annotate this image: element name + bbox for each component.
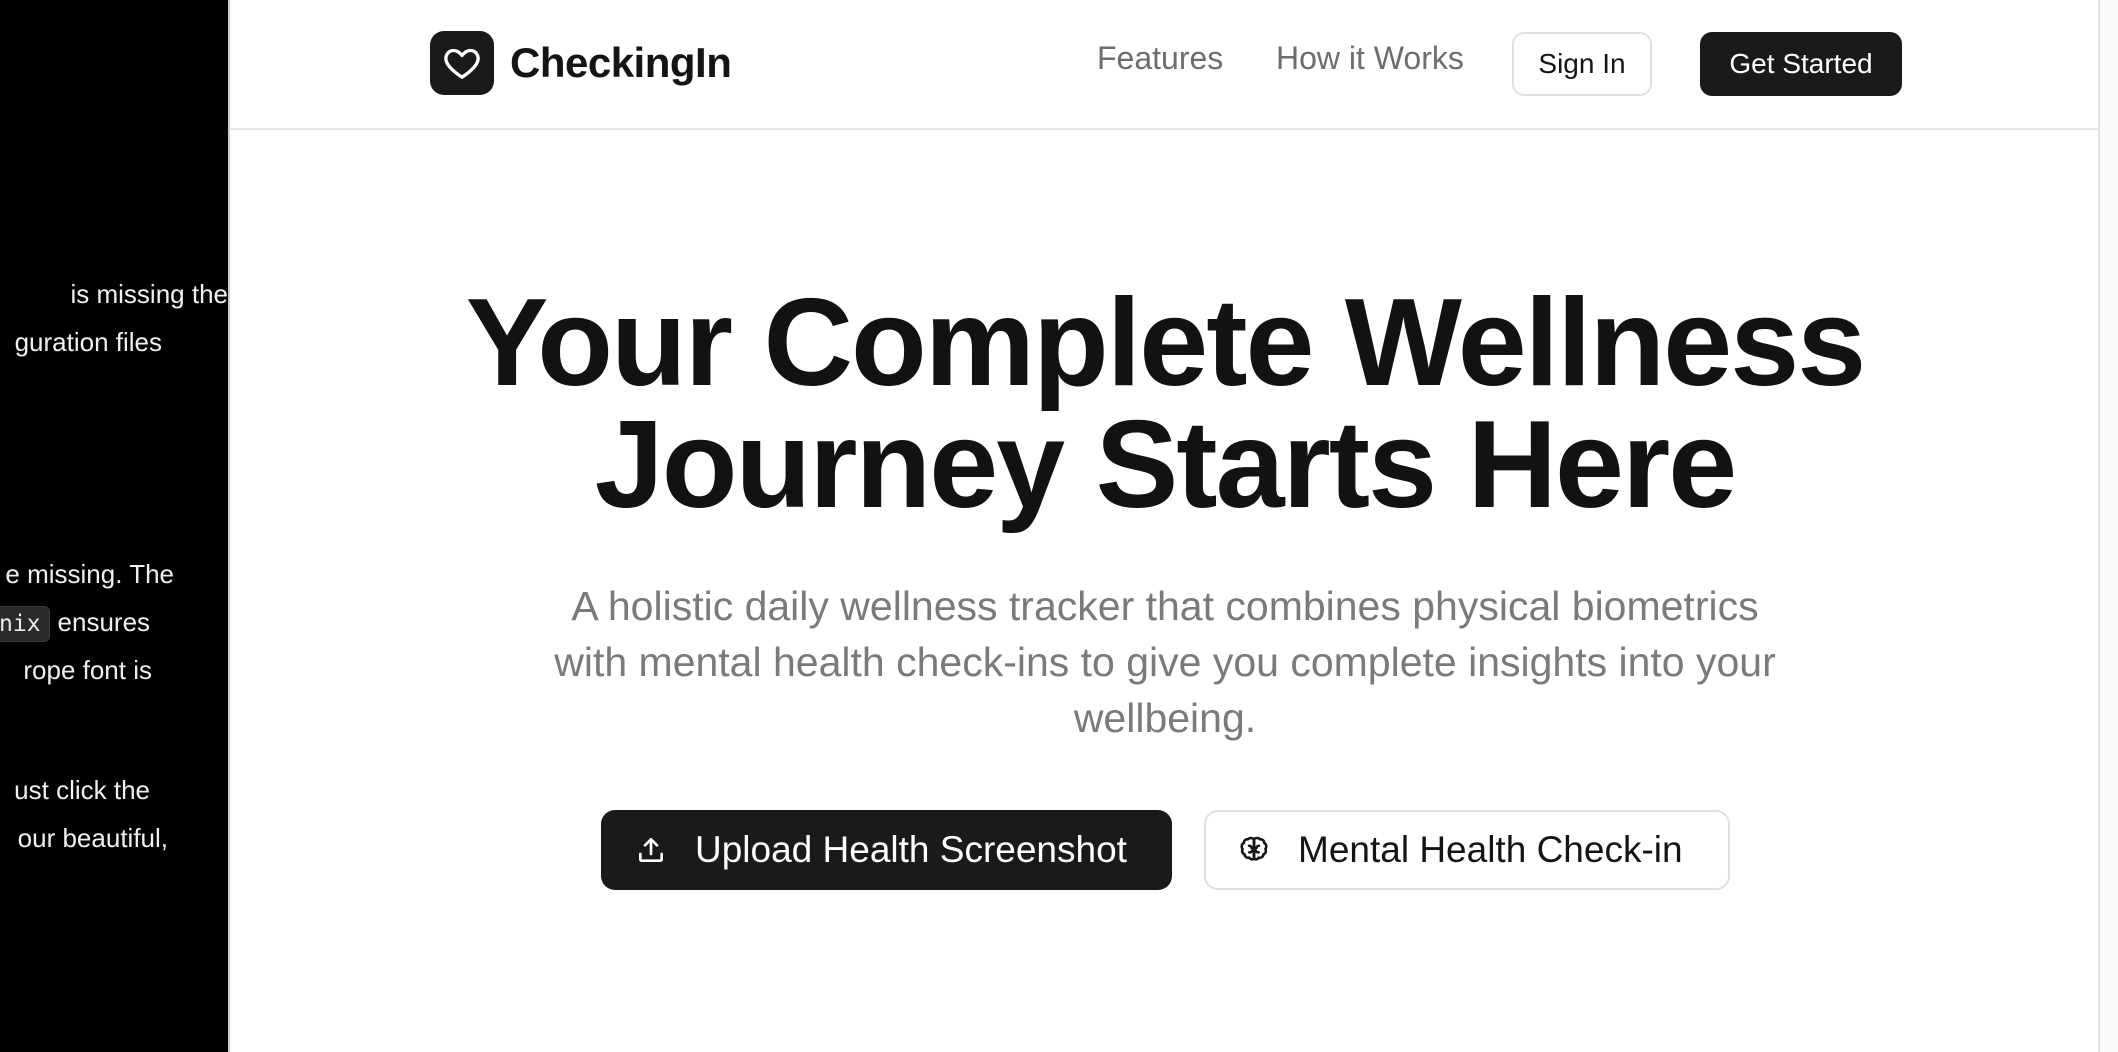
heart-icon xyxy=(430,31,494,95)
mental-health-checkin-button[interactable]: Mental Health Check-in xyxy=(1204,810,1730,890)
chat-text-line: guration files xyxy=(14,327,162,357)
nav-link-how-it-works[interactable]: How it Works xyxy=(1276,40,1464,77)
sign-in-button[interactable]: Sign In xyxy=(1512,32,1652,96)
app-preview: CheckingIn Features How it Works Sign In… xyxy=(228,0,2100,1052)
navbar: CheckingIn Features How it Works Sign In… xyxy=(230,0,2100,130)
chat-text-line: our beautiful, xyxy=(17,823,168,853)
chat-panel: is missing the guration files e missing.… xyxy=(0,0,228,1052)
upload-icon xyxy=(633,832,669,868)
chat-text-line-with-code: nix ensures xyxy=(0,598,156,646)
chat-text-line: rope font is xyxy=(23,655,152,685)
brand-name: CheckingIn xyxy=(510,39,732,86)
brain-icon xyxy=(1236,832,1272,868)
hero-title: Your Complete Wellness Journey Starts He… xyxy=(230,281,2100,527)
nav-link-features[interactable]: Features xyxy=(1097,40,1223,77)
upload-button-label: Upload Health Screenshot xyxy=(695,829,1127,870)
hero-title-line-2: Journey Starts Here xyxy=(594,396,1737,534)
inline-code: nix xyxy=(0,606,50,642)
chat-text: ensures xyxy=(57,607,151,637)
chat-text-line: is missing the xyxy=(70,279,229,309)
hero-subtitle: A holistic daily wellness tracker that c… xyxy=(554,583,1776,741)
get-started-button[interactable]: Get Started xyxy=(1700,32,1902,96)
chat-text-line: e missing. The xyxy=(5,559,174,589)
brand[interactable]: CheckingIn xyxy=(430,31,732,95)
hero-title-line-1: Your Complete Wellness xyxy=(465,274,1866,412)
checkin-button-label: Mental Health Check-in xyxy=(1298,829,1683,870)
scrollbar-track[interactable] xyxy=(2098,0,2118,1052)
upload-health-screenshot-button[interactable]: Upload Health Screenshot xyxy=(601,810,1172,890)
chat-text-line: ust click the xyxy=(14,775,150,805)
